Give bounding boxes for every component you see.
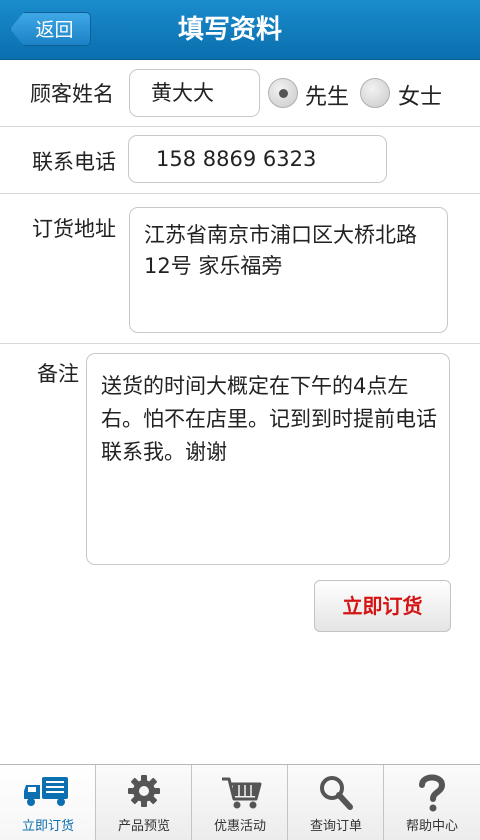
gender-male-label[interactable]: 先生 <box>305 79 349 111</box>
gender-female-label[interactable]: 女士 <box>398 79 442 111</box>
radio-selected-dot <box>279 89 288 98</box>
tab-order-query[interactable]: 查询订单 <box>288 765 384 840</box>
note-label: 备注 <box>37 362 79 386</box>
tab-product-preview[interactable]: 产品预览 <box>96 765 192 840</box>
tab-label: 产品预览 <box>117 819 170 834</box>
address-textarea[interactable]: 江苏省南京市浦口区大桥北路12号 家乐福旁 <box>129 207 448 333</box>
divider <box>0 126 480 127</box>
gender-radio-female[interactable] <box>360 78 390 108</box>
gender-radio-male[interactable] <box>268 78 298 108</box>
tab-promotions[interactable]: 优惠活动 <box>192 765 288 840</box>
order-now-button[interactable]: 立即订货 <box>314 580 451 632</box>
tab-label: 查询订单 <box>309 819 362 834</box>
address-label: 订货地址 <box>32 217 116 241</box>
truck-icon <box>24 777 68 806</box>
name-input[interactable]: 黄大大 <box>129 69 260 117</box>
header-bar: 返回 填写资料 <box>0 0 480 60</box>
divider <box>0 343 480 344</box>
tab-help-center[interactable]: 帮助中心 <box>384 765 480 840</box>
tab-order-now[interactable]: 立即订货 <box>0 765 96 840</box>
divider <box>0 193 480 194</box>
cart-icon <box>222 777 262 809</box>
gear-icon <box>128 775 160 807</box>
phone-label: 联系电话 <box>32 150 116 174</box>
search-icon <box>320 776 353 810</box>
name-label: 顾客姓名 <box>30 82 114 106</box>
tab-label: 帮助中心 <box>405 819 458 834</box>
page-title: 填写资料 <box>177 15 282 45</box>
bottom-tab-bar: 立即订货 产品预览 优惠活动 查询订单 帮助中心 <box>0 764 480 840</box>
tab-label: 优惠活动 <box>213 819 266 834</box>
help-icon <box>419 774 446 812</box>
tab-label: 立即订货 <box>21 819 74 834</box>
phone-input[interactable]: 158 8869 6323 <box>128 135 387 183</box>
note-textarea[interactable]: 送货的时间大概定在下午的4点左右。怕不在店里。记到到时提前电话联系我。谢谢 <box>86 353 450 565</box>
